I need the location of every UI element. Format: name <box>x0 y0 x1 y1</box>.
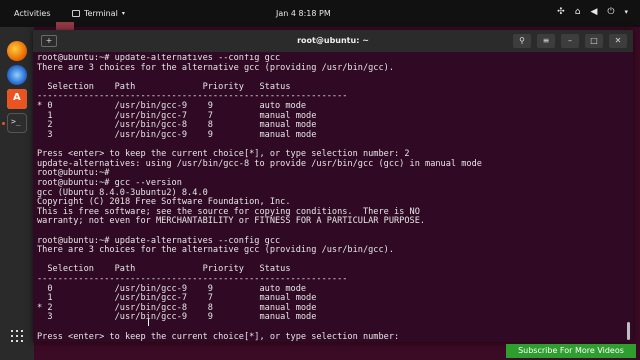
activities-button[interactable]: Activities <box>14 9 51 18</box>
minimize-button[interactable]: – <box>561 34 579 48</box>
terminal-output[interactable]: root@ubuntu:~# update-alternatives --con… <box>37 54 623 342</box>
terminal-line: 3 /usr/bin/gcc-9 9 manual mode <box>37 129 317 140</box>
maximize-icon: □ <box>590 36 598 45</box>
software-center-icon[interactable]: A <box>7 89 27 109</box>
mouse-cursor-icon: I <box>147 318 150 329</box>
terminal-window[interactable]: + root@ubuntu: ~ ⚲ ≡ – □ ✕ root@ubuntu:~… <box>33 30 633 342</box>
active-app-indicator <box>2 122 5 125</box>
chevron-down-icon: ▾ <box>121 10 125 17</box>
close-icon: ✕ <box>614 36 622 45</box>
minimize-icon: – <box>568 36 572 45</box>
terminal-icon[interactable]: >_ <box>7 113 27 133</box>
top-bar: Activities Terminal ▾ Jan 4 8:18 PM ✣ ⌂ … <box>0 0 640 27</box>
chevron-down-icon[interactable]: ▾ <box>624 8 628 16</box>
scrollbar[interactable] <box>627 322 630 340</box>
app-menu[interactable]: Terminal ▾ <box>72 9 125 18</box>
show-applications-icon[interactable] <box>11 330 23 342</box>
volume-icon[interactable]: ◀ <box>590 7 597 17</box>
power-icon[interactable]: ⏻ <box>607 7 614 17</box>
clock[interactable]: Jan 4 8:18 PM <box>276 9 331 18</box>
terminal-line: warranty; not even for MERCHANTABILITY o… <box>37 216 426 227</box>
terminal-app-icon <box>72 10 80 17</box>
hamburger-icon: ≡ <box>542 36 550 45</box>
terminal-line: There are 3 choices for the alternative … <box>37 62 394 73</box>
terminal-line: Press <enter> to keep the current choice… <box>37 331 400 342</box>
accessibility-icon[interactable]: ✣ <box>557 7 565 17</box>
terminal-line: 3 /usr/bin/gcc-9 9 manual mode <box>37 312 317 323</box>
subscribe-banner[interactable]: Subscribe For More Videos <box>506 344 636 358</box>
firefox-icon[interactable] <box>7 41 27 61</box>
search-icon: ⚲ <box>519 36 525 45</box>
network-icon[interactable]: ⌂ <box>575 7 581 17</box>
maximize-button[interactable]: □ <box>585 34 603 48</box>
close-button[interactable]: ✕ <box>609 34 627 48</box>
system-tray[interactable]: ✣ ⌂ ◀ ⏻ ▾ <box>557 7 628 17</box>
app-menu-label: Terminal <box>84 9 118 18</box>
dock: A >_ <box>0 27 34 360</box>
thunderbird-icon[interactable] <box>7 65 27 85</box>
menu-button[interactable]: ≡ <box>537 34 555 48</box>
terminal-line: update-alternatives: using /usr/bin/gcc-… <box>37 158 482 169</box>
window-titlebar[interactable]: + root@ubuntu: ~ ⚲ ≡ – □ ✕ <box>33 30 633 52</box>
terminal-line: There are 3 choices for the alternative … <box>37 245 394 256</box>
search-button[interactable]: ⚲ <box>513 34 531 48</box>
